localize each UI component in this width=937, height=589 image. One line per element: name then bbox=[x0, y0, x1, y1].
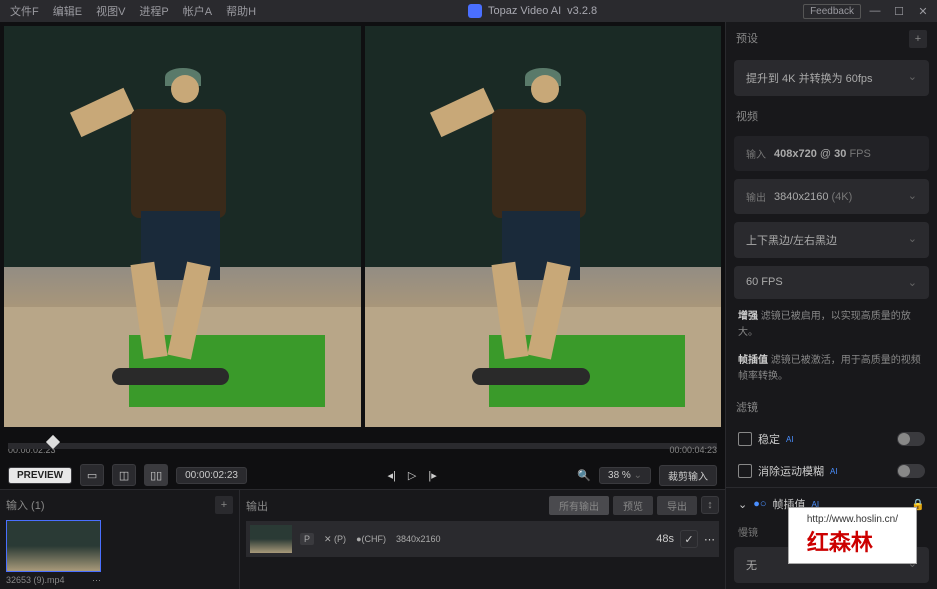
trim-input-button[interactable]: 裁剪输入 bbox=[659, 465, 717, 486]
expand-icon[interactable]: ⌄ bbox=[738, 498, 747, 511]
preview-enhanced bbox=[365, 26, 722, 427]
view-split-icon[interactable]: ◫ bbox=[112, 464, 136, 486]
add-input-button[interactable]: + bbox=[215, 496, 233, 514]
main-menu: 文件F 编辑E 视图V 进程P 帐户A 帮助H bbox=[4, 1, 262, 21]
app-title: Topaz Video AI v3.2.8 bbox=[262, 4, 803, 18]
prev-frame-button[interactable]: ◂| bbox=[388, 469, 396, 482]
output-confirm-icon[interactable]: ✓ bbox=[680, 530, 698, 548]
menu-file[interactable]: 文件F bbox=[4, 1, 45, 21]
codec-badge-p: P bbox=[300, 533, 314, 545]
preview-original bbox=[4, 26, 361, 427]
inputs-heading: 输入 (1) bbox=[6, 497, 45, 513]
input-thumbnail[interactable] bbox=[6, 520, 101, 572]
preset-heading: 预设 bbox=[736, 30, 758, 48]
menu-help[interactable]: 帮助H bbox=[220, 1, 262, 21]
outputs-heading: 输出 bbox=[246, 498, 268, 514]
zoom-dropdown[interactable]: 38 % ⌄ bbox=[599, 467, 651, 484]
timecode-end: 00:00:04:23 bbox=[669, 445, 717, 455]
fps-dropdown[interactable]: 60 FPS⌄ bbox=[734, 266, 929, 299]
output-more-icon[interactable]: ⋯ bbox=[704, 533, 715, 546]
preview-button[interactable]: PREVIEW bbox=[8, 467, 72, 484]
menu-process[interactable]: 进程P bbox=[133, 1, 174, 21]
stabilize-icon bbox=[738, 432, 752, 446]
sort-icon[interactable]: ↕ bbox=[701, 496, 719, 514]
preset-dropdown[interactable]: 提升到 4K 并转换为 60fps⌄ bbox=[734, 60, 929, 96]
output-row[interactable]: P ✕ (P) ●(CHF) 3840x2160 48s ✓ ⋯ bbox=[246, 521, 719, 557]
input-resolution-row: 输入 408x720 @ 30 FPS bbox=[734, 136, 929, 171]
next-frame-button[interactable]: |▸ bbox=[428, 469, 436, 482]
tab-preview[interactable]: 预览 bbox=[613, 496, 653, 515]
output-resolution: 3840x2160 bbox=[396, 534, 441, 544]
minimize-button[interactable]: — bbox=[865, 1, 885, 21]
input-filename: 32653 (9).mp4 bbox=[6, 575, 65, 586]
view-single-icon[interactable]: ▭ bbox=[80, 464, 104, 486]
stabilize-toggle[interactable] bbox=[897, 432, 925, 446]
watermark: http://www.hoslin.cn/ 红森林 bbox=[788, 507, 917, 564]
app-logo-icon bbox=[468, 4, 482, 18]
close-button[interactable]: ✕ bbox=[913, 1, 933, 21]
current-timecode[interactable]: 00:00:02:23 bbox=[176, 467, 247, 484]
zoom-icon: 🔍 bbox=[577, 469, 591, 482]
video-heading: 视频 bbox=[736, 108, 758, 124]
output-thumbnail bbox=[250, 525, 292, 553]
motion-blur-toggle[interactable] bbox=[897, 464, 925, 478]
filters-heading: 滤镜 bbox=[736, 399, 758, 415]
interp-description: 帧插值 滤镜已被激活，用于高质量的视频帧率转换。 bbox=[726, 347, 937, 391]
motion-blur-icon bbox=[738, 464, 752, 478]
timeline[interactable]: 00:00:02:23 00:00:04:23 bbox=[0, 431, 725, 461]
maximize-button[interactable]: ☐ bbox=[889, 1, 909, 21]
crop-dropdown[interactable]: 上下黑边/左右黑边⌄ bbox=[734, 222, 929, 258]
output-resolution-dropdown[interactable]: 输出 3840x2160 (4K) ⌄ bbox=[734, 179, 929, 214]
play-button[interactable]: ▷ bbox=[408, 469, 416, 482]
input-menu-icon[interactable]: ⋯ bbox=[92, 575, 101, 586]
add-preset-button[interactable]: + bbox=[909, 30, 927, 48]
tab-all-outputs[interactable]: 所有输出 bbox=[549, 496, 609, 515]
view-side-icon[interactable]: ▯▯ bbox=[144, 464, 168, 486]
menu-edit[interactable]: 编辑E bbox=[47, 1, 88, 21]
feedback-button[interactable]: Feedback bbox=[803, 4, 861, 19]
enhance-description: 增强 滤镜已被启用，以实现高质量的放大。 bbox=[726, 303, 937, 347]
output-duration: 48s bbox=[656, 533, 674, 545]
menu-account[interactable]: 帐户A bbox=[177, 1, 218, 21]
playhead[interactable] bbox=[46, 435, 60, 449]
menu-view[interactable]: 视图V bbox=[90, 1, 131, 21]
tab-export[interactable]: 导出 bbox=[657, 496, 697, 515]
